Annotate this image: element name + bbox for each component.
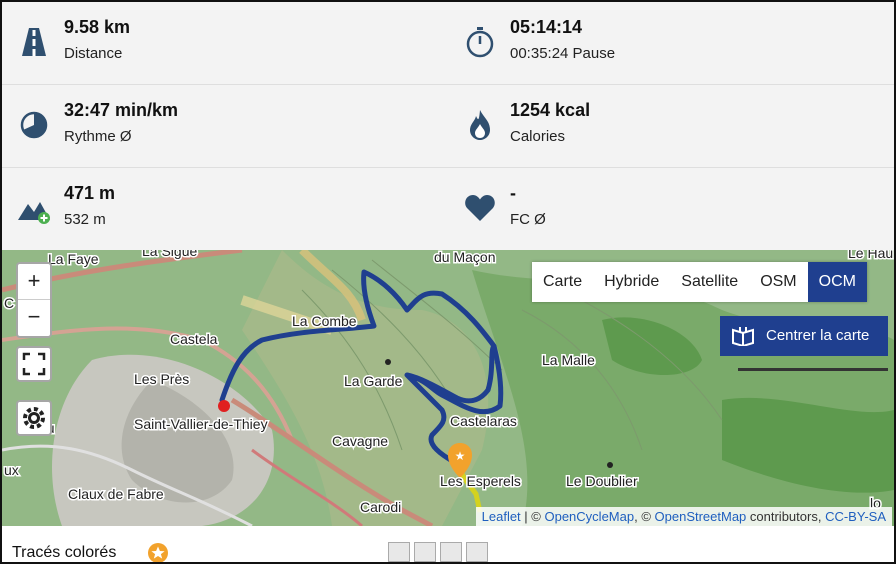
place-label: La Combe <box>292 313 357 329</box>
track-thumbnail[interactable] <box>440 542 462 562</box>
stats-grid: 9.58 km Distance 05:14:14 00:35:24 Pause <box>2 2 894 250</box>
heart-rate-value: - <box>510 183 516 203</box>
settings-button[interactable] <box>16 400 52 436</box>
openstreetmap-link[interactable]: OpenStreetMap <box>655 509 747 524</box>
scale-bar <box>738 368 888 371</box>
map-attribution: Leaflet | © OpenCycleMap, © OpenStreetMa… <box>475 507 892 526</box>
place-label: La Garde <box>344 373 403 389</box>
stat-elevation: 471 m 532 m <box>2 168 442 250</box>
pace-value: 32:47 min/km <box>64 100 179 120</box>
stat-heart-rate: - FC Ø <box>448 168 888 250</box>
place-label: Le Doublier <box>566 473 638 489</box>
calories-label: Calories <box>510 128 566 145</box>
place-label: ux <box>4 462 19 478</box>
layer-satellite[interactable]: Satellite <box>670 262 749 302</box>
place-label: du Maçon <box>434 250 495 265</box>
layer-switcher: Carte Hybride Satellite OSM OCM <box>532 262 867 302</box>
stats-row: 9.58 km Distance 05:14:14 00:35:24 Pause <box>2 2 894 85</box>
stat-calories: 1254 kcal Calories <box>448 85 888 167</box>
place-label: Castela <box>170 331 218 347</box>
distance-label: Distance <box>64 45 123 62</box>
place-label: La Faye <box>48 251 99 267</box>
stat-pace: 32:47 min/km Rythme Ø <box>2 85 442 167</box>
layer-hybride[interactable]: Hybride <box>593 262 670 302</box>
track-thumbnail[interactable] <box>466 542 488 562</box>
center-map-label: Centrer la carte <box>766 327 870 344</box>
flame-icon <box>470 110 490 140</box>
place-label: La Malle <box>542 352 595 368</box>
calories-value: 1254 kcal <box>510 100 591 120</box>
track-thumbnail[interactable] <box>414 542 436 562</box>
place-label: Claux de Fabre <box>68 486 164 502</box>
elevation-loss-label: 532 m <box>64 211 106 228</box>
place-label: Carodi <box>360 499 401 515</box>
zoom-control: + − <box>16 262 52 338</box>
stat-duration: 05:14:14 00:35:24 Pause <box>448 2 888 84</box>
stats-row: 32:47 min/km Rythme Ø 1254 kcal Calories <box>2 85 894 168</box>
distance-value: 9.58 km <box>64 17 131 37</box>
elevation-gain-value: 471 m <box>64 183 116 203</box>
gear-icon <box>23 407 45 429</box>
zoom-out-button[interactable]: − <box>18 299 50 335</box>
center-map-button[interactable]: Centrer la carte <box>720 316 888 356</box>
footer-bar: Tracés colorés <box>2 526 894 562</box>
svg-text:★: ★ <box>455 449 466 463</box>
track-thumbnail[interactable] <box>388 542 410 562</box>
attribution-sep: , © <box>634 509 655 524</box>
layer-osm[interactable]: OSM <box>749 262 807 302</box>
activity-panel: 9.58 km Distance 05:14:14 00:35:24 Pause <box>0 0 896 564</box>
track-thumbnails <box>388 542 488 562</box>
pause-label: 00:35:24 Pause <box>510 45 616 62</box>
attribution-contributors: contributors, <box>746 509 826 524</box>
heart-icon <box>465 195 495 221</box>
pace-icon <box>20 111 48 139</box>
pace-label: Rythme Ø <box>64 128 132 145</box>
layer-ocm[interactable]: OCM <box>807 262 867 302</box>
attribution-sep: | © <box>520 509 545 524</box>
zoom-in-button[interactable]: + <box>18 264 50 299</box>
leaflet-link[interactable]: Leaflet <box>482 509 521 524</box>
start-marker[interactable] <box>218 400 230 412</box>
place-label: Saint-Vallier-de-Thiey <box>134 416 268 432</box>
colored-tracks-title: Tracés colorés <box>12 544 117 561</box>
place-label: Cavagne <box>332 433 388 449</box>
star-icon[interactable] <box>148 543 168 563</box>
place-label: Les Esperels <box>440 473 521 489</box>
fullscreen-button[interactable] <box>16 346 52 382</box>
place-label: Castelaras <box>450 413 517 429</box>
license-link[interactable]: CC-BY-SA <box>825 509 886 524</box>
elevation-icon <box>18 202 50 224</box>
stats-row: 471 m 532 m - FC Ø <box>2 168 894 250</box>
fullscreen-icon <box>22 352 46 376</box>
place-label: Les Près <box>134 371 189 387</box>
map-book-icon <box>732 327 754 346</box>
stopwatch-icon <box>466 27 494 58</box>
opencyclemap-link[interactable]: OpenCycleMap <box>544 509 634 524</box>
duration-value: 05:14:14 <box>510 17 583 37</box>
route-map[interactable]: ★ La Faye La Sigue du Maçon Le Hau Caste… <box>2 250 894 526</box>
layer-carte[interactable]: Carte <box>532 262 593 302</box>
stat-distance: 9.58 km Distance <box>2 2 442 84</box>
place-label: C <box>4 295 14 311</box>
heart-rate-label: FC Ø <box>510 211 546 228</box>
place-label: La Sigue <box>142 250 197 259</box>
road-icon <box>22 28 46 56</box>
place-label: Le Hau <box>848 250 893 261</box>
